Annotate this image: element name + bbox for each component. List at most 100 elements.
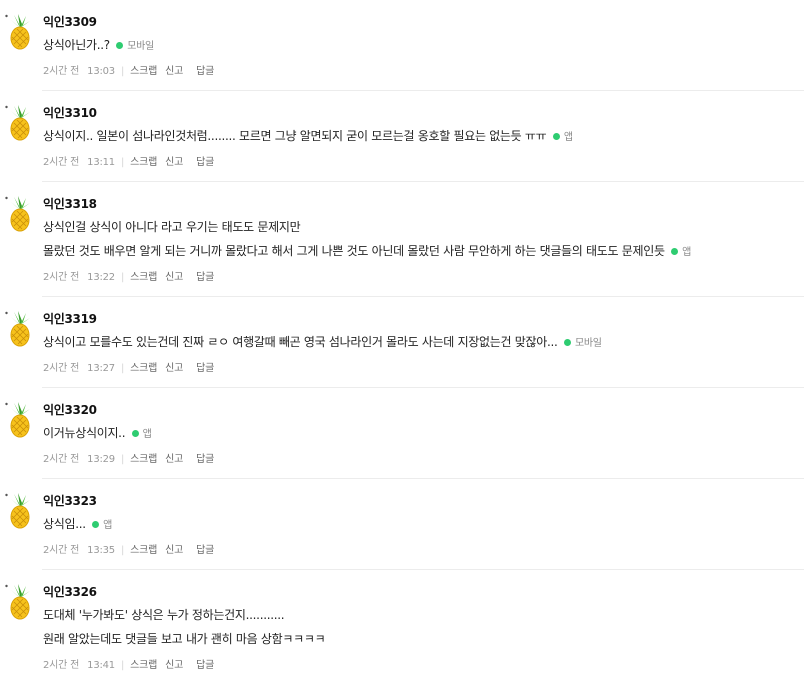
- comment-text: 원래 알았는데도 댓글들 보고 내가 괜히 마음 상함ㅋㅋㅋㅋ: [43, 632, 326, 646]
- comment-date: 2시간 전: [43, 545, 80, 556]
- report-button[interactable]: 신고: [165, 272, 183, 283]
- comment-text-line: 도대체 '누가봐도' 상식은 누가 정하는건지...........: [43, 606, 794, 624]
- reply-button[interactable]: 답글: [196, 363, 214, 374]
- report-button[interactable]: 신고: [165, 454, 183, 465]
- comment-item: 익인3318 상식인걸 상식이 아니다 라고 우기는 태도도 문제지만몰랐던 것…: [0, 182, 804, 297]
- pineapple-icon: [5, 196, 30, 232]
- pineapple-icon: [5, 493, 30, 529]
- comment-text-line: 상식아닌가..? 모바일: [43, 36, 794, 54]
- scrap-button[interactable]: 스크랩: [130, 660, 157, 671]
- reply-button[interactable]: 답글: [196, 157, 214, 168]
- avatar: [5, 311, 35, 347]
- comment-time: 13:29: [87, 454, 115, 465]
- report-button[interactable]: 신고: [165, 545, 183, 556]
- device-label: 모바일: [127, 41, 154, 52]
- comment-body: 이거뉴상식이지.. 앱: [43, 424, 794, 442]
- comment-date: 2시간 전: [43, 660, 80, 671]
- comment-author[interactable]: 익인3319: [43, 311, 97, 327]
- comment-meta: 2시간 전 13:35 | 스크랩 신고 답글: [43, 544, 214, 558]
- comment-body: 상식이지.. 일본이 섬나라인것처럼........ 모르면 그냥 알면되지 굳…: [43, 127, 794, 145]
- comment-meta: 2시간 전 13:27 | 스크랩 신고 답글: [43, 362, 214, 376]
- comment-text: 이거뉴상식이지..: [43, 426, 126, 440]
- pineapple-icon: [5, 584, 30, 620]
- avatar: [5, 14, 35, 50]
- comment-meta: 2시간 전 13:22 | 스크랩 신고 답글: [43, 271, 214, 285]
- comment-text-line: 상식이고 모를수도 있는건데 진짜 ㄹㅇ 여행갈때 빼곤 영국 섬나라인거 몰라…: [43, 333, 794, 351]
- avatar: [5, 105, 35, 141]
- avatar: [5, 196, 35, 232]
- scrap-button[interactable]: 스크랩: [130, 545, 157, 556]
- comment-body: 상식이고 모를수도 있는건데 진짜 ㄹㅇ 여행갈때 빼곤 영국 섬나라인거 몰라…: [43, 333, 794, 351]
- comment-body: 상식임... 앱: [43, 515, 794, 533]
- meta-separator: |: [120, 545, 125, 556]
- scrap-button[interactable]: 스크랩: [130, 157, 157, 168]
- device-label: 앱: [563, 132, 573, 143]
- pineapple-icon: [5, 402, 30, 438]
- reply-button[interactable]: 답글: [196, 660, 214, 671]
- comment-date: 2시간 전: [43, 272, 80, 283]
- report-button[interactable]: 신고: [165, 66, 183, 77]
- device-label: 앱: [682, 247, 692, 258]
- comment-date: 2시간 전: [43, 454, 80, 465]
- pineapple-icon: [5, 14, 30, 50]
- scrap-button[interactable]: 스크랩: [130, 66, 157, 77]
- comment-text-line: 원래 알았는데도 댓글들 보고 내가 괜히 마음 상함ㅋㅋㅋㅋ: [43, 630, 794, 648]
- online-dot-icon: [116, 42, 124, 49]
- comment-text: 도대체 '누가봐도' 상식은 누가 정하는건지...........: [43, 608, 285, 622]
- pineapple-icon: [5, 105, 30, 141]
- comment-text: 상식인걸 상식이 아니다 라고 우기는 태도도 문제지만: [43, 220, 301, 234]
- comment-item: 익인3320 이거뉴상식이지.. 앱 2시간 전 13:29 | 스크랩 신고 답글: [0, 388, 804, 479]
- comment-author[interactable]: 익인3323: [43, 493, 97, 509]
- comment-text-line: 상식임... 앱: [43, 515, 794, 533]
- device-indicator: 앱: [92, 520, 112, 531]
- comment-body: 도대체 '누가봐도' 상식은 누가 정하는건지........... 원래 알았는…: [43, 606, 794, 648]
- scrap-button[interactable]: 스크랩: [130, 272, 157, 283]
- comment-item: 익인3319 상식이고 모를수도 있는건데 진짜 ㄹㅇ 여행갈때 빼곤 영국 섬…: [0, 297, 804, 388]
- device-indicator: 모바일: [116, 41, 154, 52]
- comment-meta: 2시간 전 13:29 | 스크랩 신고 답글: [43, 453, 214, 467]
- meta-separator: |: [120, 272, 125, 283]
- report-button[interactable]: 신고: [165, 363, 183, 374]
- comment-date: 2시간 전: [43, 363, 80, 374]
- online-dot-icon: [564, 339, 572, 346]
- online-dot-icon: [92, 521, 100, 528]
- meta-separator: |: [120, 363, 125, 374]
- comment-text: 몰랐던 것도 배우면 알게 되는 거니까 몰랐다고 해서 그게 나쁜 것도 아닌…: [43, 244, 665, 258]
- device-indicator: 앱: [552, 132, 573, 143]
- reply-button[interactable]: 답글: [196, 454, 214, 465]
- comment-author[interactable]: 익인3310: [43, 105, 97, 121]
- comment-item: 익인3323 상식임... 앱 2시간 전 13:35 | 스크랩 신고 답글: [0, 479, 804, 570]
- reply-button[interactable]: 답글: [196, 272, 214, 283]
- device-indicator: 앱: [671, 247, 691, 258]
- comment-text: 상식임...: [43, 517, 86, 531]
- comment-text-line: 이거뉴상식이지.. 앱: [43, 424, 794, 442]
- comment-text: 상식이지.. 일본이 섬나라인것처럼........ 모르면 그냥 알면되지 굳…: [43, 129, 547, 143]
- comment-text: 상식이고 모를수도 있는건데 진짜 ㄹㅇ 여행갈때 빼곤 영국 섬나라인거 몰라…: [43, 335, 558, 349]
- report-button[interactable]: 신고: [165, 157, 183, 168]
- comment-time: 13:22: [87, 272, 115, 283]
- scrap-button[interactable]: 스크랩: [130, 454, 157, 465]
- device-indicator: 앱: [131, 429, 152, 440]
- comment-text: 상식아닌가..?: [43, 38, 110, 52]
- report-button[interactable]: 신고: [165, 660, 183, 671]
- comment-author[interactable]: 익인3318: [43, 196, 97, 212]
- comment-author[interactable]: 익인3320: [43, 402, 97, 418]
- comment-body: 상식아닌가..? 모바일: [43, 36, 794, 54]
- scrap-button[interactable]: 스크랩: [130, 363, 157, 374]
- comment-item: 익인3309 상식아닌가..? 모바일 2시간 전 13:03 | 스크랩 신고 답글: [0, 0, 804, 91]
- comment-text-line: 몰랐던 것도 배우면 알게 되는 거니까 몰랐다고 해서 그게 나쁜 것도 아닌…: [43, 242, 794, 260]
- meta-separator: |: [120, 660, 125, 671]
- comment-time: 13:03: [87, 66, 115, 77]
- reply-button[interactable]: 답글: [196, 545, 214, 556]
- comment-item: 익인3326 도대체 '누가봐도' 상식은 누가 정하는건지..........…: [0, 570, 804, 684]
- avatar: [5, 584, 35, 620]
- comment-body: 상식인걸 상식이 아니다 라고 우기는 태도도 문제지만몰랐던 것도 배우면 알…: [43, 218, 794, 260]
- comment-author[interactable]: 익인3309: [43, 14, 97, 30]
- reply-button[interactable]: 답글: [196, 66, 214, 77]
- avatar: [5, 493, 35, 529]
- online-dot-icon: [671, 248, 679, 255]
- comment-author[interactable]: 익인3326: [43, 584, 97, 600]
- pineapple-icon: [5, 311, 30, 347]
- comment-time: 13:27: [87, 363, 115, 374]
- meta-separator: |: [120, 157, 125, 168]
